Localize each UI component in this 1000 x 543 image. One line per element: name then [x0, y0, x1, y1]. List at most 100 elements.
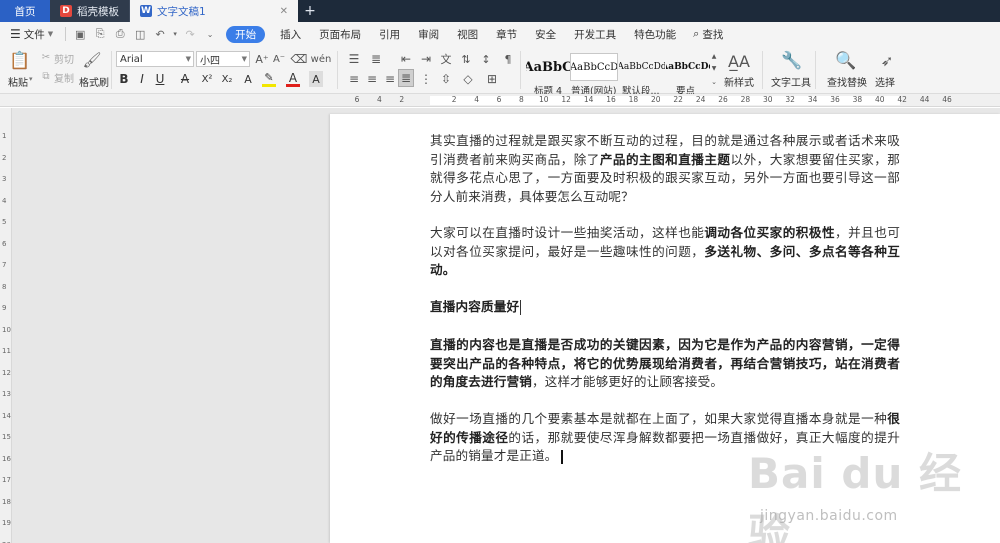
styles-scroll-up-icon[interactable]: ▲	[710, 51, 718, 61]
menu-item-label: 特色功能	[634, 28, 677, 41]
file-menu[interactable]: ☰ 文件 ▼	[0, 22, 61, 46]
ruler-number: 17	[2, 476, 11, 484]
style-key-points[interactable]: AaBbCcDd	[666, 53, 710, 81]
decrease-indent-icon[interactable]: ⇤	[398, 51, 414, 67]
menu-item-developer[interactable]: 开发工具	[565, 22, 625, 46]
align-center-icon[interactable]: ≡	[364, 71, 380, 87]
distributed-icon[interactable]: ⋮	[418, 71, 434, 87]
ruler-number: 4	[2, 196, 7, 205]
ruler-number: 11	[2, 347, 11, 355]
show-marks-icon[interactable]: ¶	[500, 51, 516, 67]
paragraph-2[interactable]: 大家可以在直播时设计一些抽奖活动，这样也能调动各位买家的积极性，并且也可以对各位…	[430, 224, 900, 280]
redo-icon[interactable]: ↷	[180, 28, 200, 41]
line-spacing-icon[interactable]: ↕	[478, 51, 494, 67]
section-heading[interactable]: 直播内容质量好	[430, 298, 900, 317]
style-heading-4[interactable]: AaBbC	[526, 53, 570, 81]
menu-item-insert[interactable]: 插入	[271, 22, 310, 46]
subscript-icon[interactable]: X₂	[220, 71, 234, 87]
undo-dropdown-icon[interactable]: ▾	[170, 30, 180, 38]
font-size-select[interactable]: 小四 ▼	[196, 51, 250, 67]
ruler-number: 7	[2, 261, 7, 269]
grow-font-icon[interactable]: A⁺	[255, 51, 269, 67]
chinese-layout-icon[interactable]: 文	[438, 51, 454, 67]
find-replace-label[interactable]: 查找替换	[827, 74, 867, 89]
new-style-label[interactable]: 新样式	[724, 74, 754, 89]
align-left-icon[interactable]: ≡	[346, 71, 362, 87]
text-tools-label[interactable]: 文字工具	[771, 74, 811, 89]
paragraph-spacing-icon[interactable]: ⇳	[438, 71, 454, 87]
bold-icon[interactable]: B	[118, 71, 130, 87]
export-pdf-icon[interactable]: ⎘	[90, 27, 110, 41]
pinyin-guide-icon[interactable]: wén	[311, 51, 332, 67]
borders-icon[interactable]: ⊞	[484, 71, 500, 87]
justify-icon[interactable]: ≣	[398, 69, 414, 87]
undo-icon[interactable]: ↶	[150, 28, 170, 41]
style-normal-web[interactable]: AaBbCcD	[570, 53, 618, 81]
paste-button[interactable]: 📋	[8, 50, 32, 72]
ruler-number: 4	[377, 95, 382, 104]
highlight-icon[interactable]: ✎	[262, 71, 276, 87]
customize-quick-access-icon[interactable]: ⌄	[200, 30, 220, 39]
style-default-paragraph[interactable]: AaBbCcDd	[619, 53, 665, 81]
align-right-icon[interactable]: ≡	[382, 71, 398, 87]
shading-icon[interactable]: ◇	[460, 71, 476, 87]
ruler-number: 22	[673, 95, 683, 104]
divider	[762, 51, 763, 89]
cursor-select-icon[interactable]: ➶	[877, 50, 897, 72]
styles-expand-icon[interactable]: ⌄	[710, 77, 718, 87]
divider	[111, 51, 112, 89]
character-shading-icon[interactable]: A	[241, 71, 255, 87]
sort-icon[interactable]: ⇅	[458, 51, 474, 67]
menu-item-view[interactable]: 视图	[448, 22, 487, 46]
ruler-number: 30	[763, 95, 773, 104]
ruler-number: 46	[942, 95, 952, 104]
wrench-icon[interactable]: 🔧	[781, 50, 803, 72]
divider	[65, 27, 67, 41]
close-tab-icon[interactable]: ✕	[280, 6, 288, 17]
print-icon[interactable]: ⎙	[110, 27, 130, 41]
character-border-icon[interactable]: A	[309, 71, 323, 87]
styles-scroll-down-icon[interactable]: ▼	[710, 63, 718, 73]
increase-indent-icon[interactable]: ⇥	[418, 51, 434, 67]
ruler-number: 18	[628, 95, 639, 104]
new-style-icon[interactable]: A̲A	[727, 50, 751, 72]
clear-format-icon[interactable]: ⌫	[291, 51, 308, 67]
menu-item-page-layout[interactable]: 页面布局	[310, 22, 370, 46]
horizontal-ruler[interactable]: 6 4 2 2 4 6 8 10 12 14 16 18 20 22 24 26 28 30 32 34 36 38 40 4…	[0, 94, 1000, 107]
italic-icon[interactable]: I	[136, 71, 148, 87]
ruler-number: 6	[2, 239, 7, 248]
paste-dropdown-icon[interactable]: ▾	[29, 75, 33, 83]
numbering-icon[interactable]: ≣	[368, 51, 384, 67]
superscript-icon[interactable]: X²	[200, 71, 214, 87]
paragraph-1[interactable]: 其实直播的过程就是跟买家不断互动的过程，目的就是通过各种展示或者话术来吸引消费者…	[430, 132, 900, 206]
bullets-icon[interactable]: ☰	[346, 51, 362, 67]
search-command[interactable]: ⌕ 查找	[685, 22, 731, 46]
menu-item-review[interactable]: 审阅	[409, 22, 448, 46]
copy-icon[interactable]: ⧉	[40, 70, 52, 82]
divider	[337, 51, 338, 89]
vertical-ruler[interactable]: 1234567891011121314151617181920	[0, 108, 12, 543]
save-icon[interactable]: ▣	[70, 28, 90, 41]
menu-item-chapter[interactable]: 章节	[487, 22, 526, 46]
print-preview-icon[interactable]: ◫	[130, 28, 150, 41]
new-tab-button[interactable]: +	[298, 0, 322, 22]
menu-item-security[interactable]: 安全	[526, 22, 565, 46]
select-label[interactable]: 选择	[875, 74, 895, 89]
underline-icon[interactable]: U	[153, 71, 167, 87]
font-name-select[interactable]: Arial ▼	[116, 51, 194, 67]
ruler-number: 6	[496, 95, 502, 104]
tab-document[interactable]: W 文字文稿1 ✕	[130, 0, 298, 22]
tab-template[interactable]: D 稻壳模板	[50, 0, 130, 22]
tab-start[interactable]: 开始	[226, 25, 266, 43]
menu-item-references[interactable]: 引用	[370, 22, 409, 46]
format-painter-button[interactable]: 🖌	[82, 49, 102, 71]
paragraph-3[interactable]: 直播的内容也是直播是否成功的关键因素，因为它是作为产品的内容营销，一定得要突出产…	[430, 336, 900, 392]
shrink-font-icon[interactable]: A⁻	[272, 51, 286, 67]
cut-icon[interactable]: ✂	[40, 51, 52, 63]
menu-item-features[interactable]: 特色功能	[625, 22, 685, 46]
strikethrough-icon[interactable]: A	[178, 71, 192, 87]
tab-home[interactable]: 首页	[0, 0, 50, 22]
find-replace-icon[interactable]: 🔍	[835, 50, 857, 72]
font-color-icon[interactable]: A	[286, 71, 300, 87]
ruler-number: 4	[474, 95, 479, 104]
